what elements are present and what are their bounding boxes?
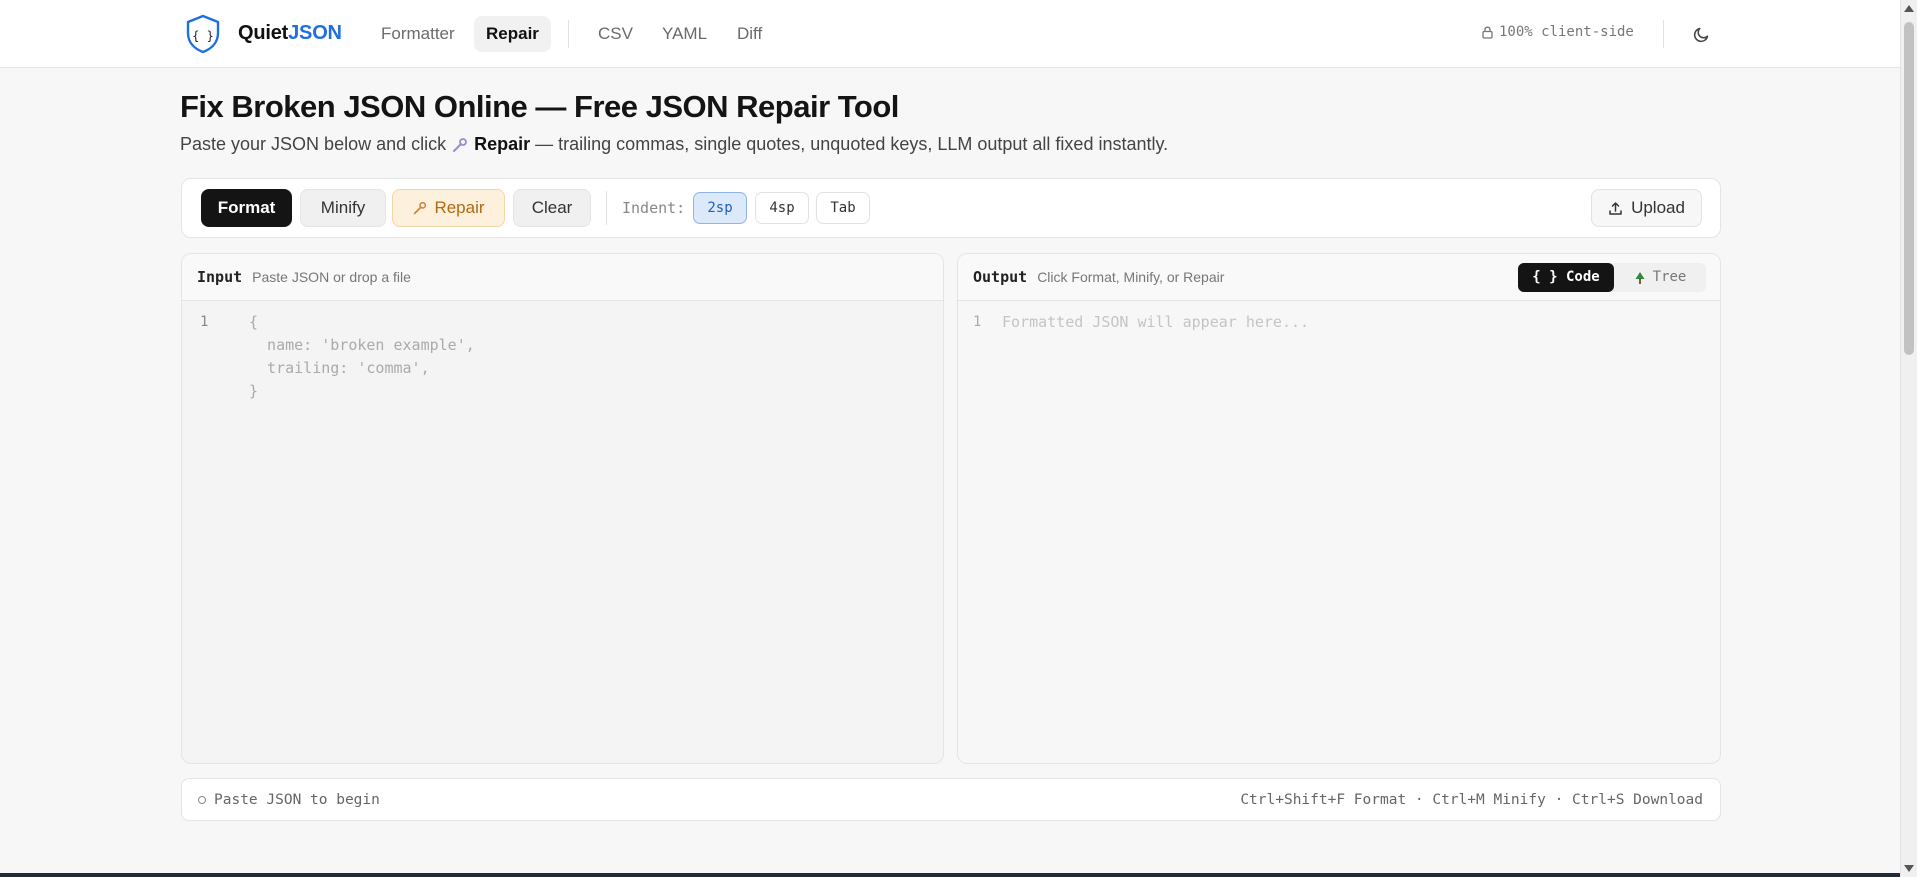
output-placeholder: Formatted JSON will appear here...: [1002, 313, 1310, 331]
input-placeholder: { name: 'broken example', trailing: 'com…: [249, 313, 475, 400]
keyboard-shortcuts-hint: Ctrl+Shift+F Format · Ctrl+M Minify · Ct…: [1240, 791, 1703, 808]
tree-view-label: Tree: [1652, 269, 1687, 285]
subtitle-text-before: Paste your JSON below and click: [180, 134, 447, 154]
top-navigation-bar: { } QuietJSON Formatter Repair CSV YAML …: [0, 0, 1900, 68]
wrench-icon: [453, 137, 468, 152]
output-panel-header: Output Click Format, Minify, or Repair {…: [958, 254, 1720, 301]
nav-item-repair[interactable]: Repair: [474, 16, 551, 52]
upload-button[interactable]: Upload: [1591, 189, 1702, 227]
wrench-icon: [414, 201, 427, 215]
input-panel-header: Input Paste JSON or drop a file: [182, 254, 943, 301]
tree-icon: [1635, 271, 1645, 284]
page-scrollbar[interactable]: [1900, 0, 1917, 877]
code-view-button[interactable]: { } Code: [1518, 263, 1614, 292]
moon-icon: [1693, 27, 1708, 42]
client-side-badge: 100% client-side: [1482, 24, 1634, 40]
page-title: Fix Broken JSON Online — Free JSON Repai…: [180, 89, 899, 124]
brand-name-part1: Quiet: [238, 22, 289, 44]
output-panel-hint: Click Format, Minify, or Repair: [1037, 269, 1225, 285]
tree-view-button[interactable]: Tree: [1614, 263, 1706, 292]
repair-button-label: Repair: [434, 198, 485, 217]
upload-icon: [1609, 201, 1622, 215]
output-panel-title: Output: [973, 268, 1028, 286]
nav-divider: [568, 20, 569, 48]
client-side-label: 100% client-side: [1499, 24, 1634, 40]
upload-button-label: Upload: [1631, 198, 1685, 217]
format-button[interactable]: Format: [201, 189, 292, 227]
output-viewer[interactable]: 1 Formatted JSON will appear here...: [958, 301, 1720, 763]
bottom-edge-strip: [0, 873, 1900, 877]
output-panel: Output Click Format, Minify, or Repair {…: [957, 253, 1721, 764]
input-editor[interactable]: 1 { name: 'broken example', trailing: 'c…: [182, 301, 943, 763]
line-number: 1: [973, 314, 982, 330]
scroll-thumb[interactable]: [1904, 22, 1914, 355]
line-number: 1: [200, 314, 209, 330]
lock-icon: [1482, 26, 1493, 39]
view-mode-toggle: { } Code Tree: [1518, 263, 1706, 292]
scroll-up-arrow-icon[interactable]: [1904, 5, 1914, 12]
action-toolbar: Format Minify Repair Clear Indent: 2sp 4…: [181, 178, 1721, 238]
indent-4sp-button[interactable]: 4sp: [755, 192, 809, 224]
input-panel-hint: Paste JSON or drop a file: [252, 269, 411, 285]
svg-text:{ }: { }: [192, 29, 214, 43]
page-subtitle: Paste your JSON below and click Repair —…: [180, 134, 1168, 155]
status-bar: Paste JSON to begin Ctrl+Shift+F Format …: [181, 778, 1721, 821]
toolbar-divider: [606, 191, 607, 225]
brand-name-part2: JSON: [288, 22, 342, 44]
nav-item-diff[interactable]: Diff: [725, 16, 774, 52]
header-divider: [1663, 20, 1664, 48]
status-message: Paste JSON to begin: [198, 792, 380, 808]
subtitle-repair-emphasis: Repair: [474, 134, 531, 154]
shield-braces-icon[interactable]: { }: [185, 14, 221, 54]
input-panel: Input Paste JSON or drop a file 1 { name…: [181, 253, 944, 764]
nav-item-formatter[interactable]: Formatter: [369, 16, 467, 52]
indent-2sp-button[interactable]: 2sp: [693, 192, 747, 224]
nav-item-csv[interactable]: CSV: [586, 16, 645, 52]
status-text: Paste JSON to begin: [214, 791, 380, 808]
theme-toggle-button[interactable]: [1687, 20, 1715, 48]
scroll-down-arrow-icon[interactable]: [1904, 865, 1914, 872]
input-panel-title: Input: [197, 268, 243, 286]
repair-button[interactable]: Repair: [392, 189, 505, 227]
brand-name[interactable]: QuietJSON: [238, 22, 342, 45]
subtitle-text-after: — trailing commas, single quotes, unquot…: [535, 134, 1169, 154]
status-indicator-icon: [198, 795, 206, 804]
nav-item-yaml[interactable]: YAML: [650, 16, 719, 52]
indent-tab-button[interactable]: Tab: [816, 192, 870, 224]
indent-label: Indent:: [622, 199, 686, 217]
minify-button[interactable]: Minify: [300, 189, 386, 227]
clear-button[interactable]: Clear: [513, 189, 591, 227]
